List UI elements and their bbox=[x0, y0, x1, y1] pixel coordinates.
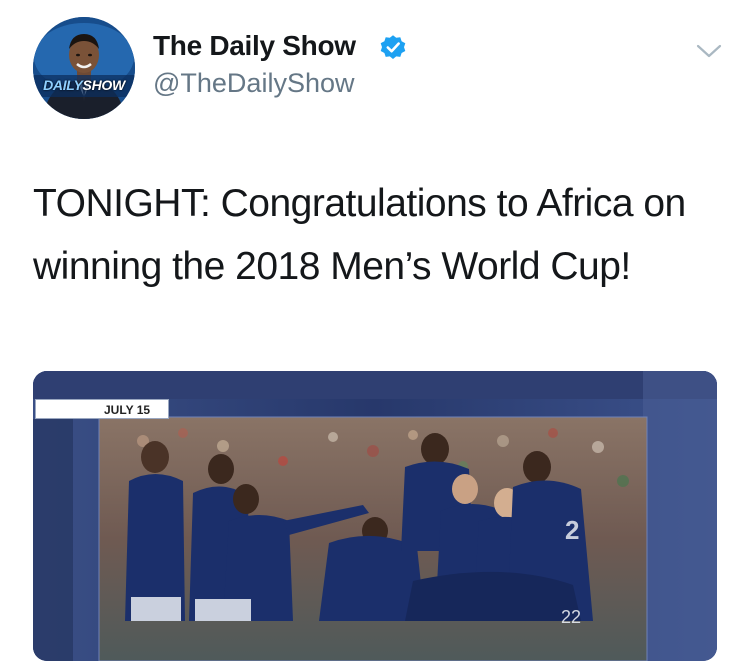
tweet-card[interactable]: DAILYSHOW The Daily Show @TheDailyShow T… bbox=[0, 0, 750, 661]
svg-text:2: 2 bbox=[565, 515, 579, 545]
verified-badge-icon bbox=[380, 35, 406, 59]
avatar[interactable]: DAILYSHOW bbox=[33, 17, 135, 119]
user-handle[interactable]: @TheDailyShow bbox=[153, 68, 355, 99]
date-label: JULY 15 bbox=[35, 399, 169, 419]
chevron-down-icon[interactable] bbox=[695, 42, 723, 60]
jersey-number: 22 bbox=[561, 607, 581, 627]
tweet-text: TONIGHT: Congratulations to Africa on wi… bbox=[33, 182, 686, 288]
avatar-logo: DAILYSHOW bbox=[43, 77, 125, 93]
avatar-portrait bbox=[33, 17, 135, 119]
display-name[interactable]: The Daily Show bbox=[153, 30, 356, 62]
tweet-media-image[interactable]: 2 22 JULY 15 bbox=[33, 371, 717, 661]
